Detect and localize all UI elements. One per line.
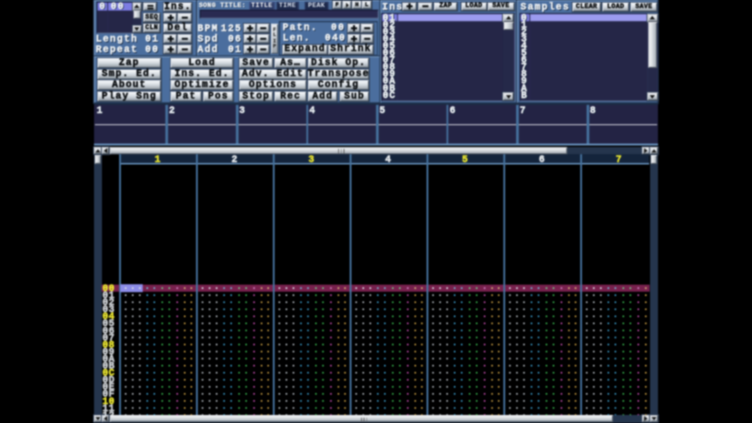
svg-text:7: 7 bbox=[616, 154, 622, 165]
svg-text:12: 12 bbox=[102, 410, 115, 421]
svg-text:6: 6 bbox=[539, 154, 545, 165]
svg-text:3: 3 bbox=[308, 154, 314, 165]
svg-text:5: 5 bbox=[462, 154, 468, 165]
svg-text:4: 4 bbox=[385, 154, 391, 165]
svg-text:1: 1 bbox=[155, 154, 161, 165]
svg-text:2: 2 bbox=[231, 154, 237, 165]
